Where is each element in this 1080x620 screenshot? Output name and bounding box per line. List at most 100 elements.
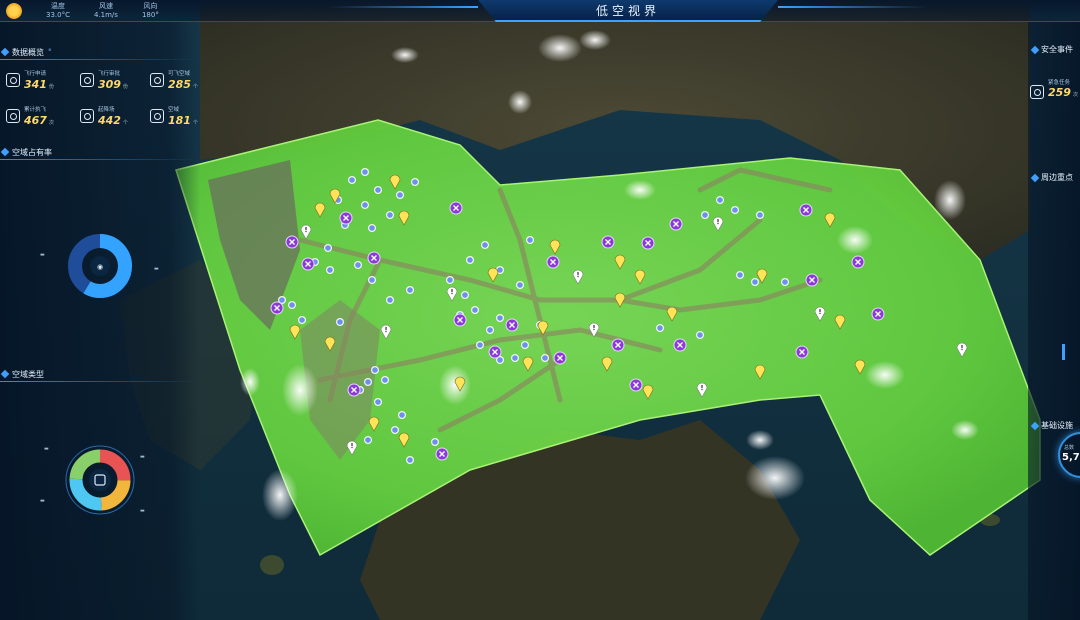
blue-waypoint-marker[interactable] (371, 366, 379, 374)
purple-restricted-marker[interactable] (805, 273, 819, 287)
blue-waypoint-marker[interactable] (476, 341, 484, 349)
purple-restricted-marker[interactable] (339, 211, 353, 225)
purple-restricted-marker[interactable] (449, 201, 463, 215)
blue-waypoint-marker[interactable] (298, 316, 306, 324)
occupancy-donut-chart[interactable]: ◉ (66, 232, 134, 300)
info-icon[interactable]: ° (48, 48, 52, 56)
blue-waypoint-marker[interactable] (496, 314, 504, 322)
purple-restricted-marker[interactable] (301, 257, 315, 271)
landing-icon (80, 109, 94, 123)
purple-restricted-marker[interactable] (546, 255, 560, 269)
purple-restricted-marker[interactable] (488, 345, 502, 359)
svg-text:◉: ◉ (97, 263, 103, 271)
blue-waypoint-marker[interactable] (656, 324, 664, 332)
purple-restricted-marker[interactable] (629, 378, 643, 392)
stat-landing-sites[interactable]: 起降场 442 个 (80, 106, 128, 130)
blue-waypoint-marker[interactable] (516, 281, 524, 289)
blue-waypoint-marker[interactable] (541, 354, 549, 362)
purple-restricted-marker[interactable] (285, 235, 299, 249)
blue-waypoint-marker[interactable] (391, 426, 399, 434)
purple-restricted-marker[interactable] (270, 301, 284, 315)
blue-waypoint-marker[interactable] (736, 271, 744, 279)
section-title-airspace-occupancy: 空域占有率 (12, 147, 52, 157)
blue-waypoint-marker[interactable] (368, 276, 376, 284)
purple-restricted-marker[interactable] (347, 383, 361, 397)
purple-restricted-marker[interactable] (641, 236, 655, 250)
blue-waypoint-marker[interactable] (781, 278, 789, 286)
blue-waypoint-marker[interactable] (701, 211, 709, 219)
blue-waypoint-marker[interactable] (731, 206, 739, 214)
infra-gauge-label: 总数 (1064, 445, 1075, 451)
purple-restricted-marker[interactable] (553, 351, 567, 365)
donut-label-right: ▬ (154, 266, 159, 272)
blue-waypoint-marker[interactable] (411, 178, 419, 186)
stat-total-flights[interactable]: 累计执飞 467 次 (6, 106, 54, 130)
purple-restricted-marker[interactable] (367, 251, 381, 265)
stat-flight-approve[interactable]: 飞行审批 309 份 (80, 70, 128, 94)
blue-waypoint-marker[interactable] (466, 256, 474, 264)
blue-waypoint-marker[interactable] (406, 456, 414, 464)
blue-waypoint-marker[interactable] (326, 266, 334, 274)
purple-restricted-marker[interactable] (611, 338, 625, 352)
blue-waypoint-marker[interactable] (364, 436, 372, 444)
blue-waypoint-marker[interactable] (481, 241, 489, 249)
blue-waypoint-marker[interactable] (364, 378, 372, 386)
purple-restricted-marker[interactable] (669, 217, 683, 231)
blue-waypoint-marker[interactable] (324, 244, 332, 252)
section-title-airspace-type: 空域类型 (12, 369, 44, 379)
stat-unit: 个 (122, 120, 128, 126)
airspace-type-pie-chart[interactable] (64, 444, 136, 516)
blue-waypoint-marker[interactable] (461, 291, 469, 299)
stat-unit: 次 (48, 120, 54, 126)
scroll-indicator[interactable] (1062, 344, 1065, 360)
blue-waypoint-marker[interactable] (486, 326, 494, 334)
weather-temp-value: 33.0°C (46, 11, 70, 19)
donut-label-left: ▬ (40, 252, 45, 258)
stat-flyable-airspace[interactable]: 可飞空域 285 个 (150, 70, 198, 94)
purple-restricted-marker[interactable] (851, 255, 865, 269)
section-data-overview: 数据概览 ° (0, 44, 200, 60)
stat-value: 181 (168, 114, 191, 127)
blue-waypoint-marker[interactable] (406, 286, 414, 294)
blue-waypoint-marker[interactable] (381, 376, 389, 384)
blue-waypoint-marker[interactable] (354, 261, 362, 269)
purple-restricted-marker[interactable] (673, 338, 687, 352)
blue-waypoint-marker[interactable] (431, 438, 439, 446)
blue-waypoint-marker[interactable] (288, 301, 296, 309)
blue-waypoint-marker[interactable] (526, 236, 534, 244)
section-marker-icon (0, 47, 10, 57)
stat-airspace[interactable]: 空域 181 个 (150, 106, 198, 130)
blue-waypoint-marker[interactable] (751, 278, 759, 286)
purple-restricted-marker[interactable] (871, 307, 885, 321)
section-title-infra: 基础设施 (1041, 421, 1073, 430)
blue-waypoint-marker[interactable] (521, 341, 529, 349)
purple-restricted-marker[interactable] (799, 203, 813, 217)
blue-waypoint-marker[interactable] (446, 276, 454, 284)
blue-waypoint-marker[interactable] (398, 411, 406, 419)
section-marker-icon (1030, 421, 1040, 430)
purple-restricted-marker[interactable] (601, 235, 615, 249)
purple-restricted-marker[interactable] (435, 447, 449, 461)
stat-flight-apply[interactable]: 飞行申请 341 份 (6, 70, 54, 94)
blue-waypoint-marker[interactable] (386, 211, 394, 219)
blue-waypoint-marker[interactable] (396, 191, 404, 199)
section-surroundings: 周边重点 (1030, 172, 1073, 183)
blue-waypoint-marker[interactable] (368, 224, 376, 232)
blue-waypoint-marker[interactable] (756, 211, 764, 219)
airspace-icon (150, 73, 164, 87)
blue-waypoint-marker[interactable] (511, 354, 519, 362)
blue-waypoint-marker[interactable] (361, 201, 369, 209)
blue-waypoint-marker[interactable] (471, 306, 479, 314)
blue-waypoint-marker[interactable] (696, 331, 704, 339)
blue-waypoint-marker[interactable] (374, 186, 382, 194)
purple-restricted-marker[interactable] (795, 345, 809, 359)
stat-label-emergency: 紧急任务 (1048, 80, 1071, 86)
blue-waypoint-marker[interactable] (348, 176, 356, 184)
purple-restricted-marker[interactable] (453, 313, 467, 327)
purple-restricted-marker[interactable] (505, 318, 519, 332)
blue-waypoint-marker[interactable] (361, 168, 369, 176)
blue-waypoint-marker[interactable] (374, 398, 382, 406)
blue-waypoint-marker[interactable] (336, 318, 344, 326)
blue-waypoint-marker[interactable] (386, 296, 394, 304)
blue-waypoint-marker[interactable] (716, 196, 724, 204)
